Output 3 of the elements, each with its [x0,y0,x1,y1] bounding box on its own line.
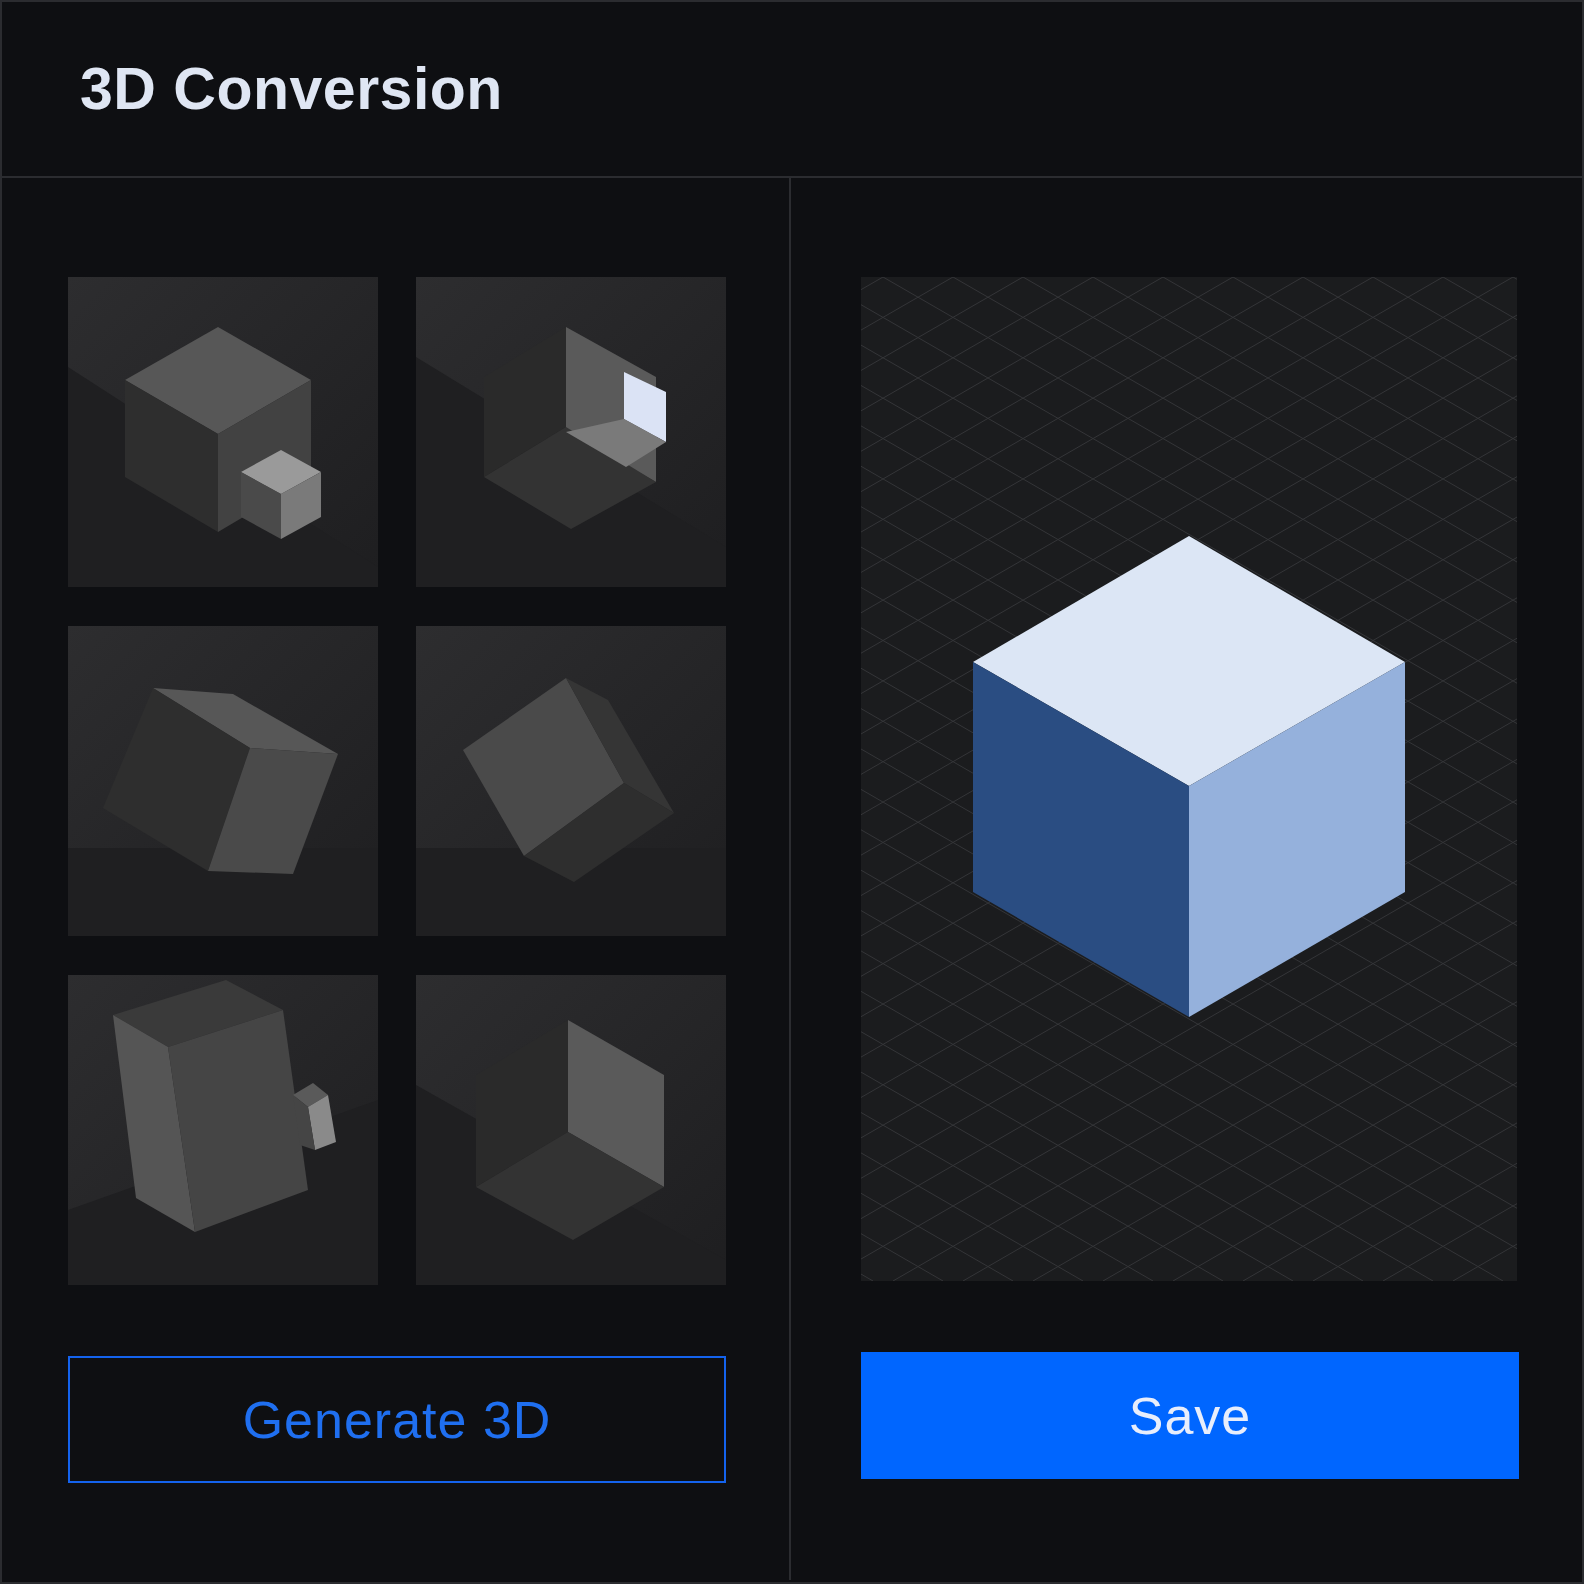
save-button[interactable]: Save [861,1352,1519,1479]
page-title: 3D Conversion [80,55,503,123]
generate-button[interactable]: Generate 3D [68,1356,726,1483]
